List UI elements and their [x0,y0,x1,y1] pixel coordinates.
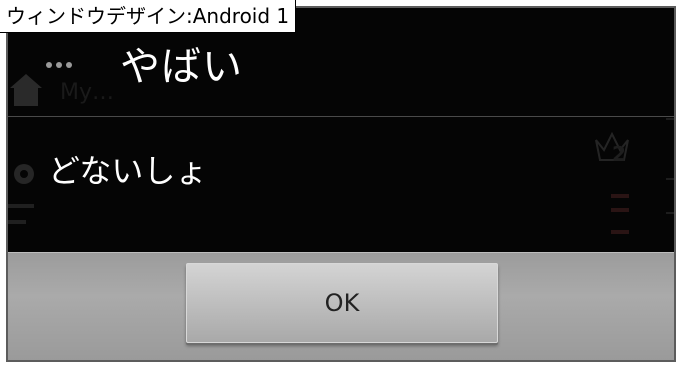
background-badge: 2 [612,142,626,166]
background-bar [611,230,629,234]
more-icon [46,62,72,68]
background-bar [611,194,629,198]
background-line [666,178,674,180]
screen-frame: My… 2 やばい どないしょ OK [6,6,676,362]
background-line [666,118,674,120]
background-line [666,212,674,214]
dialog-divider [8,116,674,117]
dialog-title: やばい [120,44,243,90]
background-bar [611,208,629,212]
caption-label: ウィンドウデザイン:Android 1 [0,0,297,33]
background-bar [8,204,34,208]
dialog-message: どないしょ [48,152,208,190]
dialog-button-bar: OK [8,252,674,360]
ok-button[interactable]: OK [186,263,498,343]
background-bar [8,220,26,224]
gear-icon [14,164,34,184]
